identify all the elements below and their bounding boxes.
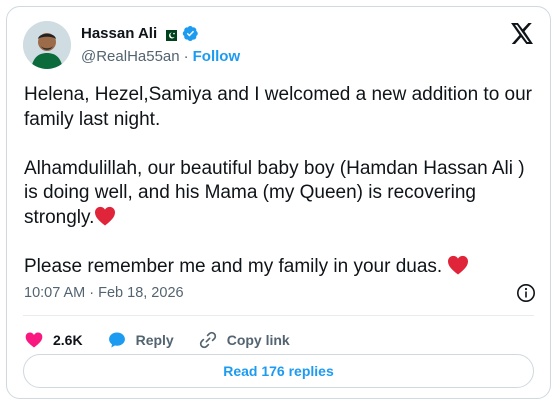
separator-dot: · <box>183 48 189 65</box>
tweet-line-3: Please remember me and my family in your… <box>24 255 448 277</box>
pakistan-flag-icon <box>162 28 178 41</box>
author-name[interactable]: Hassan Ali <box>81 25 157 42</box>
speech-bubble-icon <box>108 332 125 348</box>
info-icon[interactable] <box>516 283 536 303</box>
author-name-row: Hassan Ali <box>81 25 199 42</box>
x-logo-icon[interactable] <box>511 23 534 44</box>
read-replies-button[interactable]: Read 176 replies <box>23 354 534 388</box>
author-handle[interactable]: @RealHa55an <box>81 48 180 65</box>
avatar[interactable] <box>23 21 71 69</box>
heart-icon <box>25 332 43 348</box>
divider <box>23 315 534 316</box>
copy-link-button[interactable]: Copy link <box>198 330 290 350</box>
tweet-date: Feb 18, 2026 <box>98 285 184 301</box>
reply-label: Reply <box>135 332 174 348</box>
like-count: 2.6K <box>53 332 83 348</box>
red-heart-emoji-icon <box>447 255 469 275</box>
red-heart-emoji-icon <box>94 206 116 226</box>
author-handle-row: @RealHa55an · Follow <box>81 48 240 65</box>
reply-button[interactable]: Reply <box>107 330 174 350</box>
link-icon <box>199 331 216 349</box>
action-bar: 2.6K Reply Copy link <box>24 323 314 357</box>
follow-button[interactable]: Follow <box>193 48 241 65</box>
tweet-card: Hassan Ali @RealHa55an · Follow Helena, <box>6 6 551 399</box>
separator-dot: · <box>89 285 95 301</box>
like-button[interactable]: 2.6K <box>24 330 83 350</box>
tweet-text: Helena, Hezel,Samiya and I welcomed a ne… <box>24 83 539 279</box>
tweet-timestamp[interactable]: 10:07 AM · Feb 18, 2026 <box>24 285 184 301</box>
verified-badge-icon <box>182 25 199 42</box>
tweet-time: 10:07 AM <box>24 285 86 301</box>
copy-link-label: Copy link <box>226 332 290 348</box>
tweet-line-1: Helena, Hezel,Samiya and I welcomed a ne… <box>24 84 538 130</box>
read-replies-label: Read 176 replies <box>223 363 334 379</box>
